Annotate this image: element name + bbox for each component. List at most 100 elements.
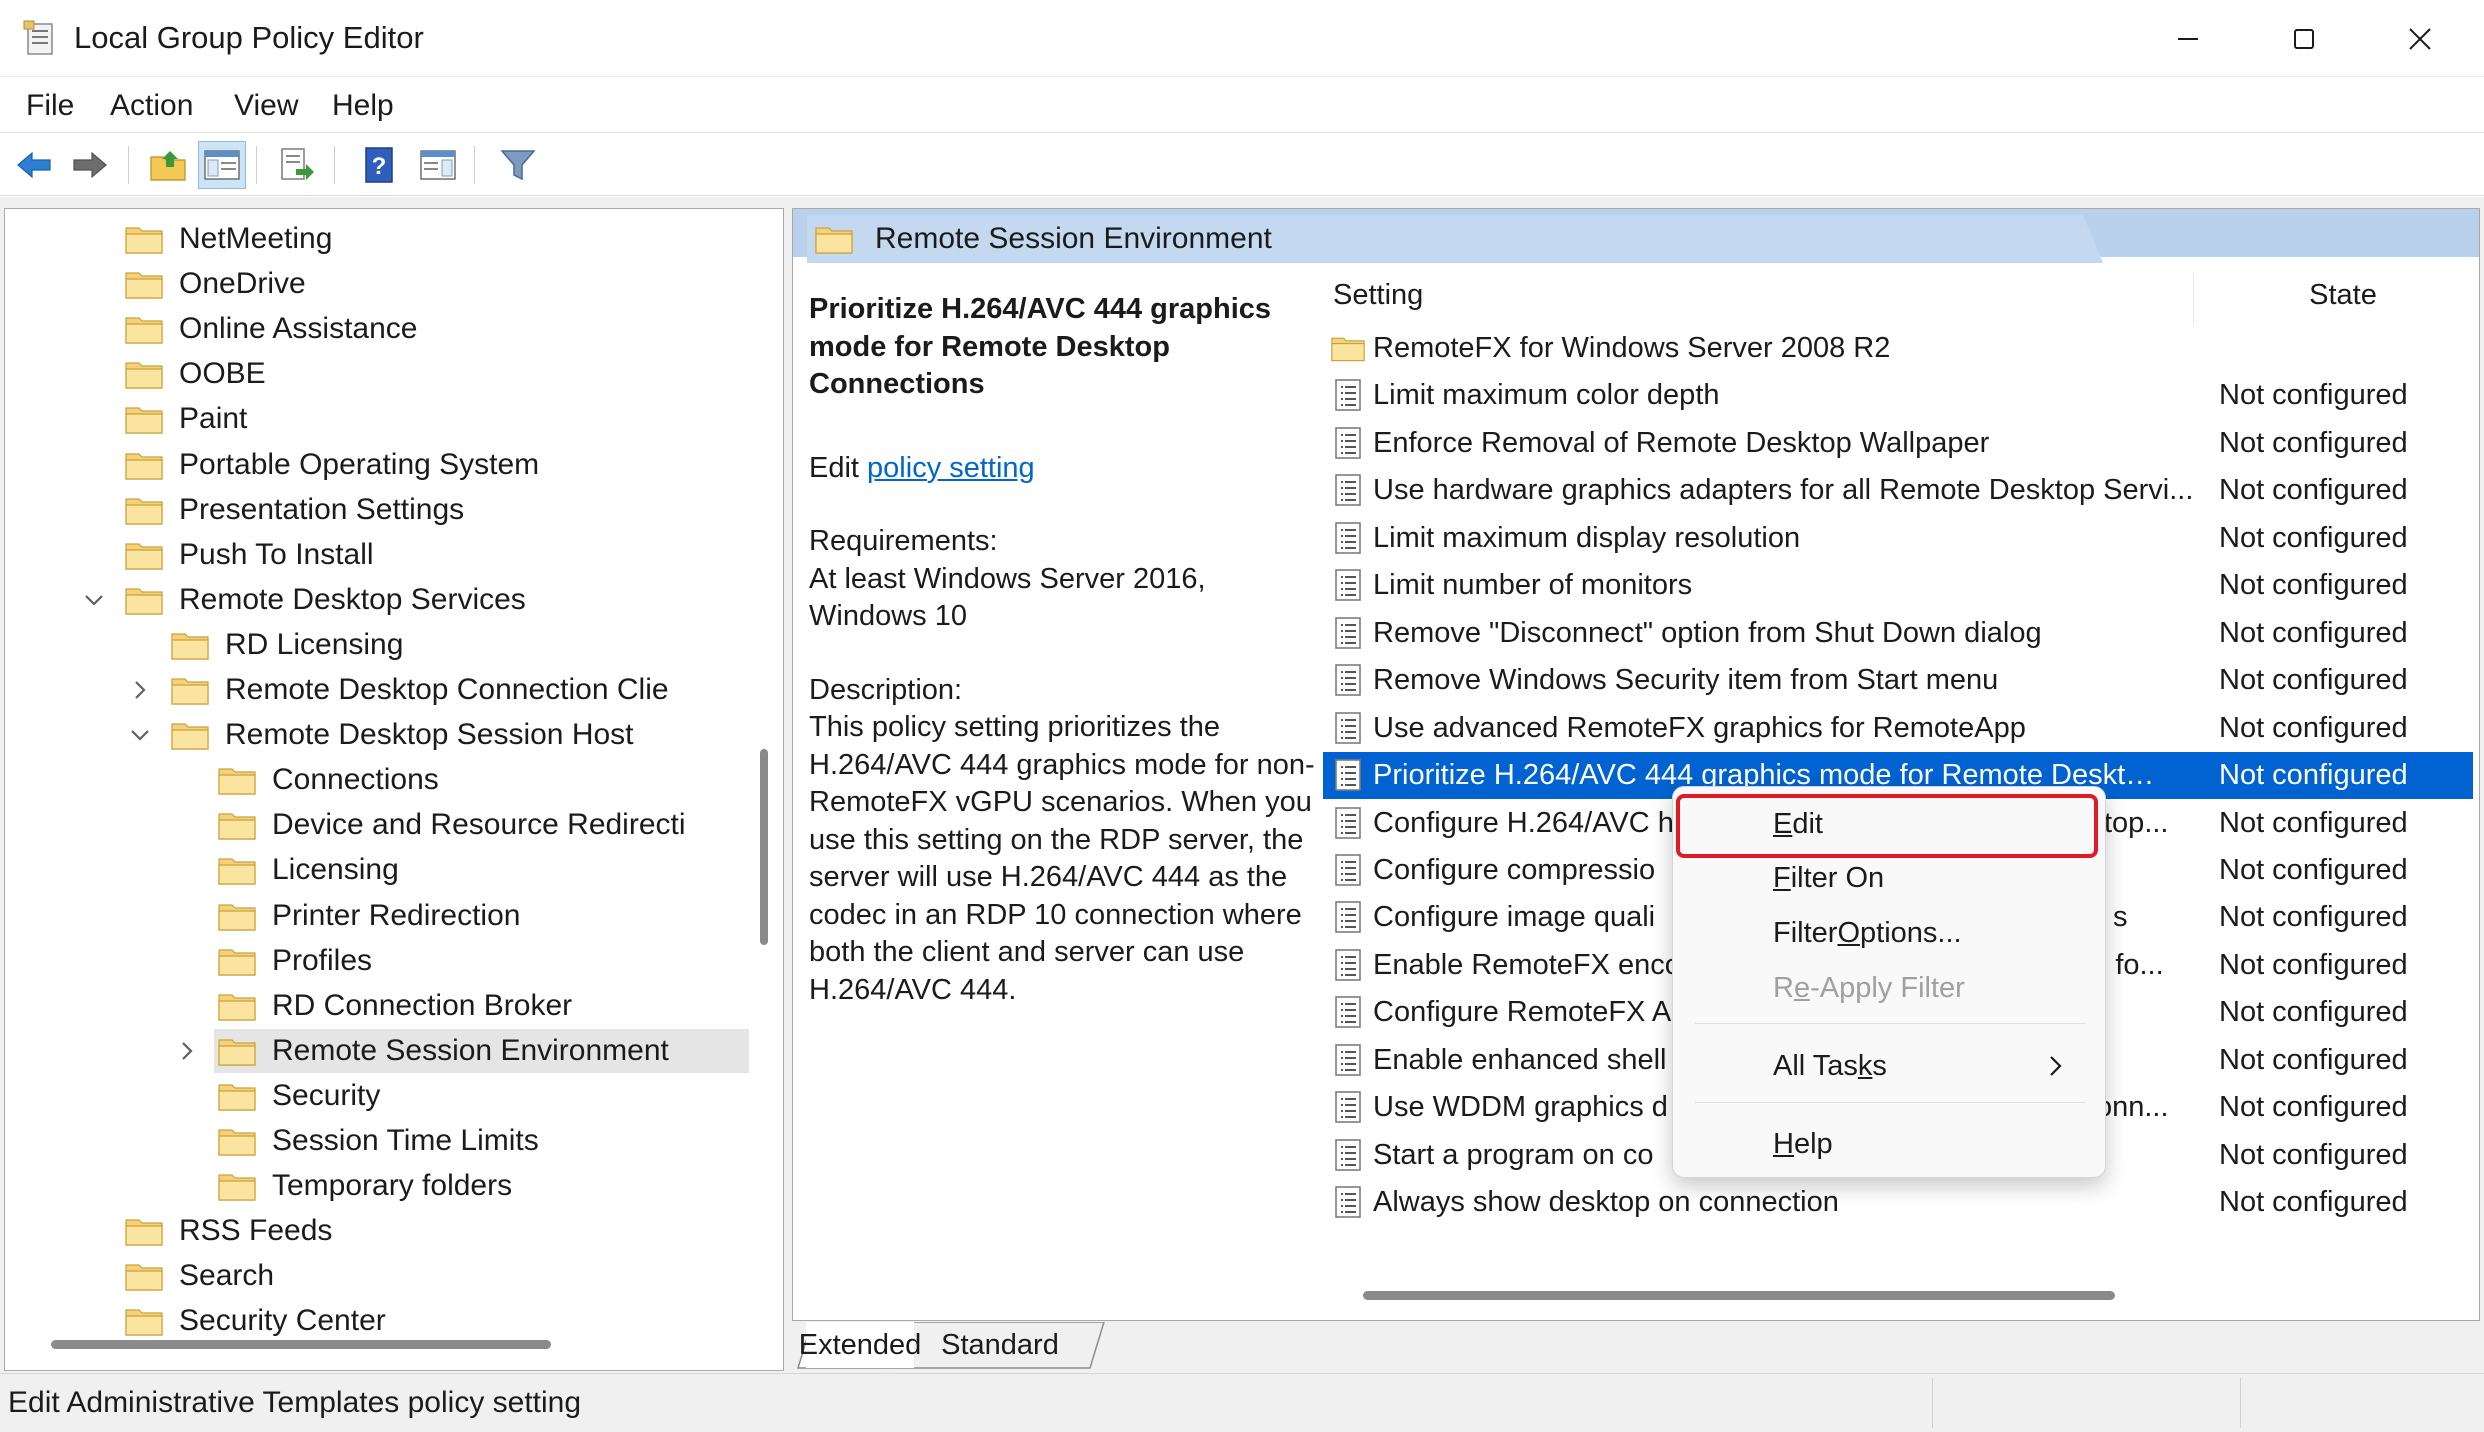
list-row[interactable]: Limit maximum display resolution Not conf… bbox=[1323, 515, 2473, 562]
tree-item[interactable]: Device and Resource Redirecti bbox=[214, 803, 686, 847]
column-header-setting[interactable]: Setting bbox=[1333, 267, 2173, 323]
scrollbar-thumb[interactable] bbox=[760, 749, 768, 945]
folder-icon bbox=[218, 810, 256, 840]
tree-expander-icon[interactable] bbox=[125, 675, 155, 705]
tree-item[interactable]: Remote Desktop Services bbox=[121, 578, 526, 622]
tree-item[interactable]: RD Connection Broker bbox=[214, 984, 572, 1028]
tree-item[interactable]: Portable Operating System bbox=[121, 443, 539, 487]
tree-item[interactable]: Session Time Limits bbox=[214, 1119, 539, 1163]
setting-state: Not configured bbox=[2219, 711, 2408, 744]
scrollbar-thumb[interactable] bbox=[1363, 1291, 2115, 1300]
tree-item-label: Search bbox=[179, 1259, 275, 1293]
tree-item[interactable]: Security bbox=[214, 1074, 380, 1118]
setting-name: Limit maximum color depth bbox=[1373, 379, 1720, 412]
scrollbar-thumb[interactable] bbox=[51, 1340, 551, 1349]
tree-item[interactable]: Search bbox=[121, 1254, 274, 1298]
tree-item[interactable]: Online Assistance bbox=[121, 307, 417, 351]
folder-icon bbox=[218, 1126, 256, 1156]
menu-help[interactable]: Help bbox=[332, 89, 394, 123]
help-button[interactable]: ? bbox=[356, 141, 404, 189]
node-header: Remote Session Environment bbox=[807, 215, 2103, 263]
forward-button[interactable] bbox=[66, 141, 114, 189]
close-button[interactable] bbox=[2362, 0, 2478, 77]
tree-item[interactable]: Paint bbox=[121, 397, 247, 441]
setting-name: Start a program on co bbox=[1373, 1138, 1654, 1171]
column-separator[interactable] bbox=[2193, 273, 2194, 323]
tree-item-label: Push To Install bbox=[179, 537, 374, 571]
setting-state: Not configured bbox=[2219, 379, 2408, 412]
menu-action[interactable]: Action bbox=[110, 89, 193, 123]
tree-expander-icon[interactable] bbox=[172, 1036, 202, 1066]
policy-setting-icon bbox=[1331, 1090, 1365, 1124]
list-row[interactable]: Always show desktop on connection Not con… bbox=[1323, 1179, 2473, 1226]
tab-standard[interactable]: Standard bbox=[902, 1322, 1098, 1368]
tree-item[interactable]: RD Licensing bbox=[167, 623, 403, 667]
filter-icon bbox=[500, 150, 536, 181]
maximize-button[interactable] bbox=[2246, 0, 2362, 77]
show-hide-action-pane-button[interactable] bbox=[414, 141, 462, 189]
list-row[interactable]: Limit number of monitors Not configured bbox=[1323, 562, 2473, 609]
show-hide-console-tree-button[interactable] bbox=[198, 141, 246, 189]
policy-setting-icon bbox=[1331, 473, 1365, 507]
tree-item[interactable]: Temporary folders bbox=[214, 1164, 512, 1208]
tree-item[interactable]: Remote Session Environment bbox=[214, 1028, 749, 1073]
setting-name-tail: s bbox=[2113, 901, 2128, 934]
policy-setting-icon bbox=[1331, 426, 1365, 460]
list-row[interactable]: Remove "Disconnect" option from Shut Dow… bbox=[1323, 610, 2473, 657]
setting-state: Not configured bbox=[2219, 664, 2408, 697]
tree-item[interactable]: OOBE bbox=[121, 352, 266, 396]
menu-view[interactable]: View bbox=[234, 89, 298, 123]
context-menu-all-tasks[interactable]: All Tas k s bbox=[1681, 1039, 2097, 1093]
context-menu-filter-on[interactable]: Filter On bbox=[1681, 851, 2097, 905]
tree-item-label: Remote Desktop Connection Clie bbox=[225, 673, 669, 706]
folder-icon bbox=[125, 495, 163, 525]
tree-item[interactable]: RSS Feeds bbox=[121, 1209, 332, 1253]
tab-extended[interactable]: Extended bbox=[799, 1322, 921, 1368]
policy-editor-icon bbox=[23, 20, 53, 55]
context-menu-filter-options[interactable]: Filter Options... bbox=[1681, 906, 2097, 960]
minimize-button[interactable] bbox=[2130, 0, 2246, 77]
list-row[interactable]: Limit maximum color depth Not configured bbox=[1323, 372, 2473, 419]
status-divider bbox=[2240, 1378, 2241, 1428]
filter-options-button[interactable] bbox=[494, 141, 542, 189]
tree-item[interactable]: OneDrive bbox=[121, 262, 306, 306]
tree-item[interactable]: Presentation Settings bbox=[121, 488, 464, 532]
edit-policy-link[interactable]: policy setting bbox=[867, 452, 1035, 484]
folder-icon bbox=[218, 946, 256, 976]
tree-item[interactable]: Push To Install bbox=[121, 533, 374, 577]
folder-icon bbox=[125, 540, 163, 570]
tree-item[interactable]: NetMeeting bbox=[121, 217, 332, 261]
tree-item-label: Remote Desktop Session Host bbox=[225, 718, 634, 752]
menu-file[interactable]: File bbox=[26, 89, 74, 123]
tree-item[interactable]: Remote Desktop Connection Clie bbox=[167, 668, 669, 712]
tree-vertical-scrollbar[interactable] bbox=[753, 209, 783, 1319]
tree-expander-icon[interactable] bbox=[125, 720, 155, 750]
folder-icon bbox=[218, 855, 256, 885]
list-row[interactable]: Remove Windows Security item from Start … bbox=[1323, 657, 2473, 704]
tree-horizontal-scrollbar[interactable] bbox=[5, 1329, 753, 1359]
column-header-state[interactable]: State bbox=[2223, 267, 2463, 323]
up-one-level-button[interactable] bbox=[144, 141, 192, 189]
tree-item[interactable]: Licensing bbox=[214, 848, 399, 892]
tree-item[interactable]: Printer Redirection bbox=[214, 894, 520, 938]
tree-item[interactable]: Profiles bbox=[214, 939, 372, 983]
list-row[interactable]: Enforce Removal of Remote Desktop Wallpa… bbox=[1323, 420, 2473, 467]
list-row[interactable]: Use hardware graphics adapters for all R… bbox=[1323, 467, 2473, 514]
context-menu-help[interactable]: Help bbox=[1681, 1117, 2097, 1171]
tree-item-label: Device and Resource Redirecti bbox=[272, 808, 686, 842]
folder-icon bbox=[125, 404, 163, 434]
tree-item-label: Session Time Limits bbox=[272, 1124, 539, 1157]
setting-state: Not configured bbox=[2219, 1091, 2408, 1124]
tree-item[interactable]: Connections bbox=[214, 758, 439, 802]
chevron-down-icon bbox=[129, 724, 151, 746]
setting-state: Not configured bbox=[2219, 474, 2408, 507]
list-horizontal-scrollbar[interactable] bbox=[1323, 1283, 2473, 1313]
list-row[interactable]: RemoteFX for Windows Server 2008 R2 bbox=[1323, 325, 2473, 372]
export-list-button[interactable] bbox=[272, 141, 320, 189]
status-divider bbox=[1932, 1378, 1933, 1428]
tree-expander-icon[interactable] bbox=[79, 585, 109, 615]
list-row[interactable]: Use advanced RemoteFX graphics for Remot… bbox=[1323, 705, 2473, 752]
tree-item[interactable]: Remote Desktop Session Host bbox=[167, 713, 634, 757]
toolbar-separator bbox=[474, 146, 475, 184]
back-button[interactable] bbox=[10, 141, 58, 189]
